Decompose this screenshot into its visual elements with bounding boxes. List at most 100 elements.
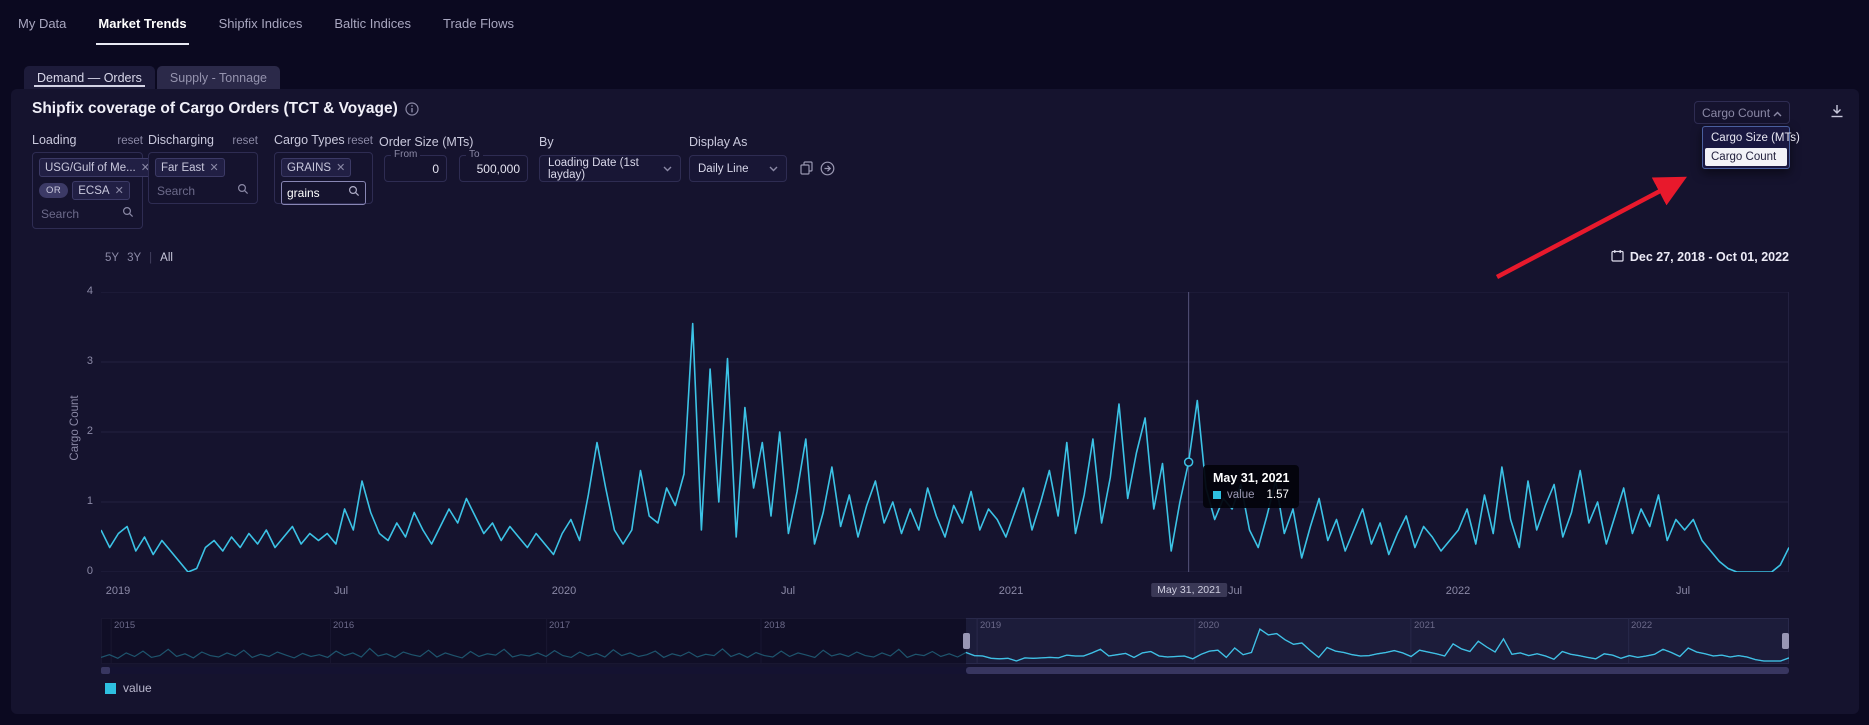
remove-tag-icon[interactable]: ✕ xyxy=(209,161,218,174)
range-3y-button[interactable]: 3Y xyxy=(127,252,141,264)
panel-title: Shipfix coverage of Cargo Orders (TCT & … xyxy=(32,100,419,118)
navigator-year: 2020 xyxy=(1198,620,1219,631)
cargo-tag-grains[interactable]: GRAINS ✕ xyxy=(281,158,351,177)
main-panel: Shipfix coverage of Cargo Orders (TCT & … xyxy=(11,89,1859,714)
copy-icon[interactable] xyxy=(797,157,815,179)
loading-tag-ecsa[interactable]: ECSA ✕ xyxy=(72,181,130,200)
filter-discharging: Discharging reset Far East ✕ xyxy=(148,133,258,204)
display-as-label: Display As xyxy=(689,135,747,149)
nav-item-my-data[interactable]: My Data xyxy=(16,12,68,45)
navigator-year: 2017 xyxy=(549,620,570,631)
y-tick: 2 xyxy=(71,425,93,437)
metric-dropdown-button[interactable]: Cargo Count xyxy=(1694,101,1790,124)
loading-tag-usg-label: USG/Gulf of Me... xyxy=(45,162,136,174)
brush-handle-right[interactable] xyxy=(1782,633,1789,649)
tab-supply-tonnage[interactable]: Supply - Tonnage xyxy=(157,66,280,89)
filter-loading: Loading reset USG/Gulf of Me...✕ OR ECSA… xyxy=(32,133,143,229)
x-axis-label: Jul xyxy=(334,585,348,597)
chart-legend: value xyxy=(105,681,152,695)
x-axis-label: Jul xyxy=(1228,585,1242,597)
order-size-label: Order Size (MTs) xyxy=(379,135,473,149)
display-as-select-value: Daily Line xyxy=(698,163,749,175)
discharging-reset-button[interactable]: reset xyxy=(232,135,258,147)
navigator-chart[interactable] xyxy=(101,618,1789,664)
metric-dropdown-menu: Cargo Size (MTs) Cargo Count xyxy=(1702,126,1790,169)
filter-display-as: Display As xyxy=(689,133,747,151)
chevron-down-icon xyxy=(769,163,778,175)
navigator-year: 2022 xyxy=(1631,620,1652,631)
loading-search-input[interactable] xyxy=(41,207,106,221)
x-axis-label: 2022 xyxy=(1446,585,1470,597)
navigator-year: 2015 xyxy=(114,620,135,631)
nav-item-market-trends[interactable]: Market Trends xyxy=(96,12,188,45)
x-axis-label: Jul xyxy=(781,585,795,597)
discharging-tag-label: Far East xyxy=(161,162,204,174)
chevron-down-icon xyxy=(663,163,672,175)
y-tick: 0 xyxy=(71,565,93,577)
menu-option-cargo-size[interactable]: Cargo Size (MTs) xyxy=(1705,129,1787,147)
x-axis-label: Jul xyxy=(1676,585,1690,597)
by-select[interactable]: Loading Date (1st layday) xyxy=(539,155,681,182)
navigator-scrollbar-stub[interactable] xyxy=(101,667,110,674)
cargo-types-reset-button[interactable]: reset xyxy=(347,135,373,147)
by-select-value: Loading Date (1st layday) xyxy=(548,157,663,181)
chevron-up-icon xyxy=(1773,106,1782,120)
search-icon xyxy=(348,184,360,202)
remove-tag-icon[interactable]: ✕ xyxy=(115,184,124,197)
info-icon[interactable] xyxy=(405,102,419,116)
nav-item-baltic-indices[interactable]: Baltic Indices xyxy=(332,12,413,45)
nav-item-shipfix-indices[interactable]: Shipfix Indices xyxy=(217,12,305,45)
by-label: By xyxy=(539,135,554,149)
tooltip-date: May 31, 2021 xyxy=(1213,471,1289,485)
nav-item-trade-flows[interactable]: Trade Flows xyxy=(441,12,516,45)
page-title: Shipfix coverage of Cargo Orders (TCT & … xyxy=(32,100,398,118)
range-separator: | xyxy=(149,252,152,264)
crosshair-axis-chip: May 31, 2021 xyxy=(1151,583,1227,597)
loading-tag-usg[interactable]: USG/Gulf of Me...✕ xyxy=(39,158,156,177)
order-size-to-wrap: To xyxy=(459,155,528,182)
cargo-tag-grains-label: GRAINS xyxy=(287,162,331,174)
sub-tabs: Demand — Orders Supply - Tonnage xyxy=(24,66,280,89)
remove-tag-icon[interactable]: ✕ xyxy=(336,161,345,174)
menu-option-cargo-count[interactable]: Cargo Count xyxy=(1705,148,1787,166)
discharging-search-input[interactable] xyxy=(157,184,221,198)
navigator-year: 2019 xyxy=(980,620,1001,631)
calendar-icon xyxy=(1611,249,1624,265)
navigator-year: 2021 xyxy=(1414,620,1435,631)
discharging-tag-far-east[interactable]: Far East ✕ xyxy=(155,158,225,177)
search-icon xyxy=(122,205,134,223)
filter-by: By xyxy=(539,133,554,151)
navigator-year: 2018 xyxy=(764,620,785,631)
filter-cargo-types: Cargo Types reset GRAINS ✕ xyxy=(274,133,373,204)
navigator-year: 2016 xyxy=(333,620,354,631)
tab-demand-orders[interactable]: Demand — Orders xyxy=(24,66,155,89)
legend-swatch xyxy=(105,683,116,694)
range-all-button[interactable]: All xyxy=(160,252,173,264)
date-range-display[interactable]: Dec 27, 2018 - Oct 01, 2022 xyxy=(1611,249,1789,265)
date-range-text: Dec 27, 2018 - Oct 01, 2022 xyxy=(1630,250,1789,264)
top-navigation: My Data Market Trends Shipfix Indices Ba… xyxy=(16,12,516,45)
loading-tag-ecsa-label: ECSA xyxy=(78,185,109,197)
x-axis-label: 2020 xyxy=(552,585,576,597)
tooltip-series-name: value xyxy=(1227,489,1255,501)
search-icon xyxy=(237,182,249,200)
loading-label: Loading xyxy=(32,133,77,147)
cargo-types-label: Cargo Types xyxy=(274,133,345,147)
range-buttons: 5Y 3Y | All xyxy=(105,252,173,264)
open-in-new-icon[interactable] xyxy=(817,157,837,179)
cargo-types-search-input[interactable] xyxy=(287,186,342,200)
brush-handle-left[interactable] xyxy=(963,633,970,649)
display-as-select[interactable]: Daily Line xyxy=(689,155,787,182)
download-button[interactable] xyxy=(1827,101,1847,121)
series-swatch xyxy=(1213,491,1221,499)
range-5y-button[interactable]: 5Y xyxy=(105,252,119,264)
loading-reset-button[interactable]: reset xyxy=(117,135,143,147)
y-tick: 3 xyxy=(71,355,93,367)
y-tick: 4 xyxy=(71,285,93,297)
chart-tooltip: May 31, 2021 value 1.57 xyxy=(1203,465,1299,508)
metric-dropdown-label: Cargo Count xyxy=(1702,106,1770,120)
discharging-label: Discharging xyxy=(148,133,214,147)
navigator-scrollbar-thumb[interactable] xyxy=(966,667,1789,674)
main-line-chart[interactable] xyxy=(101,292,1789,572)
x-axis-label: 2019 xyxy=(106,585,130,597)
